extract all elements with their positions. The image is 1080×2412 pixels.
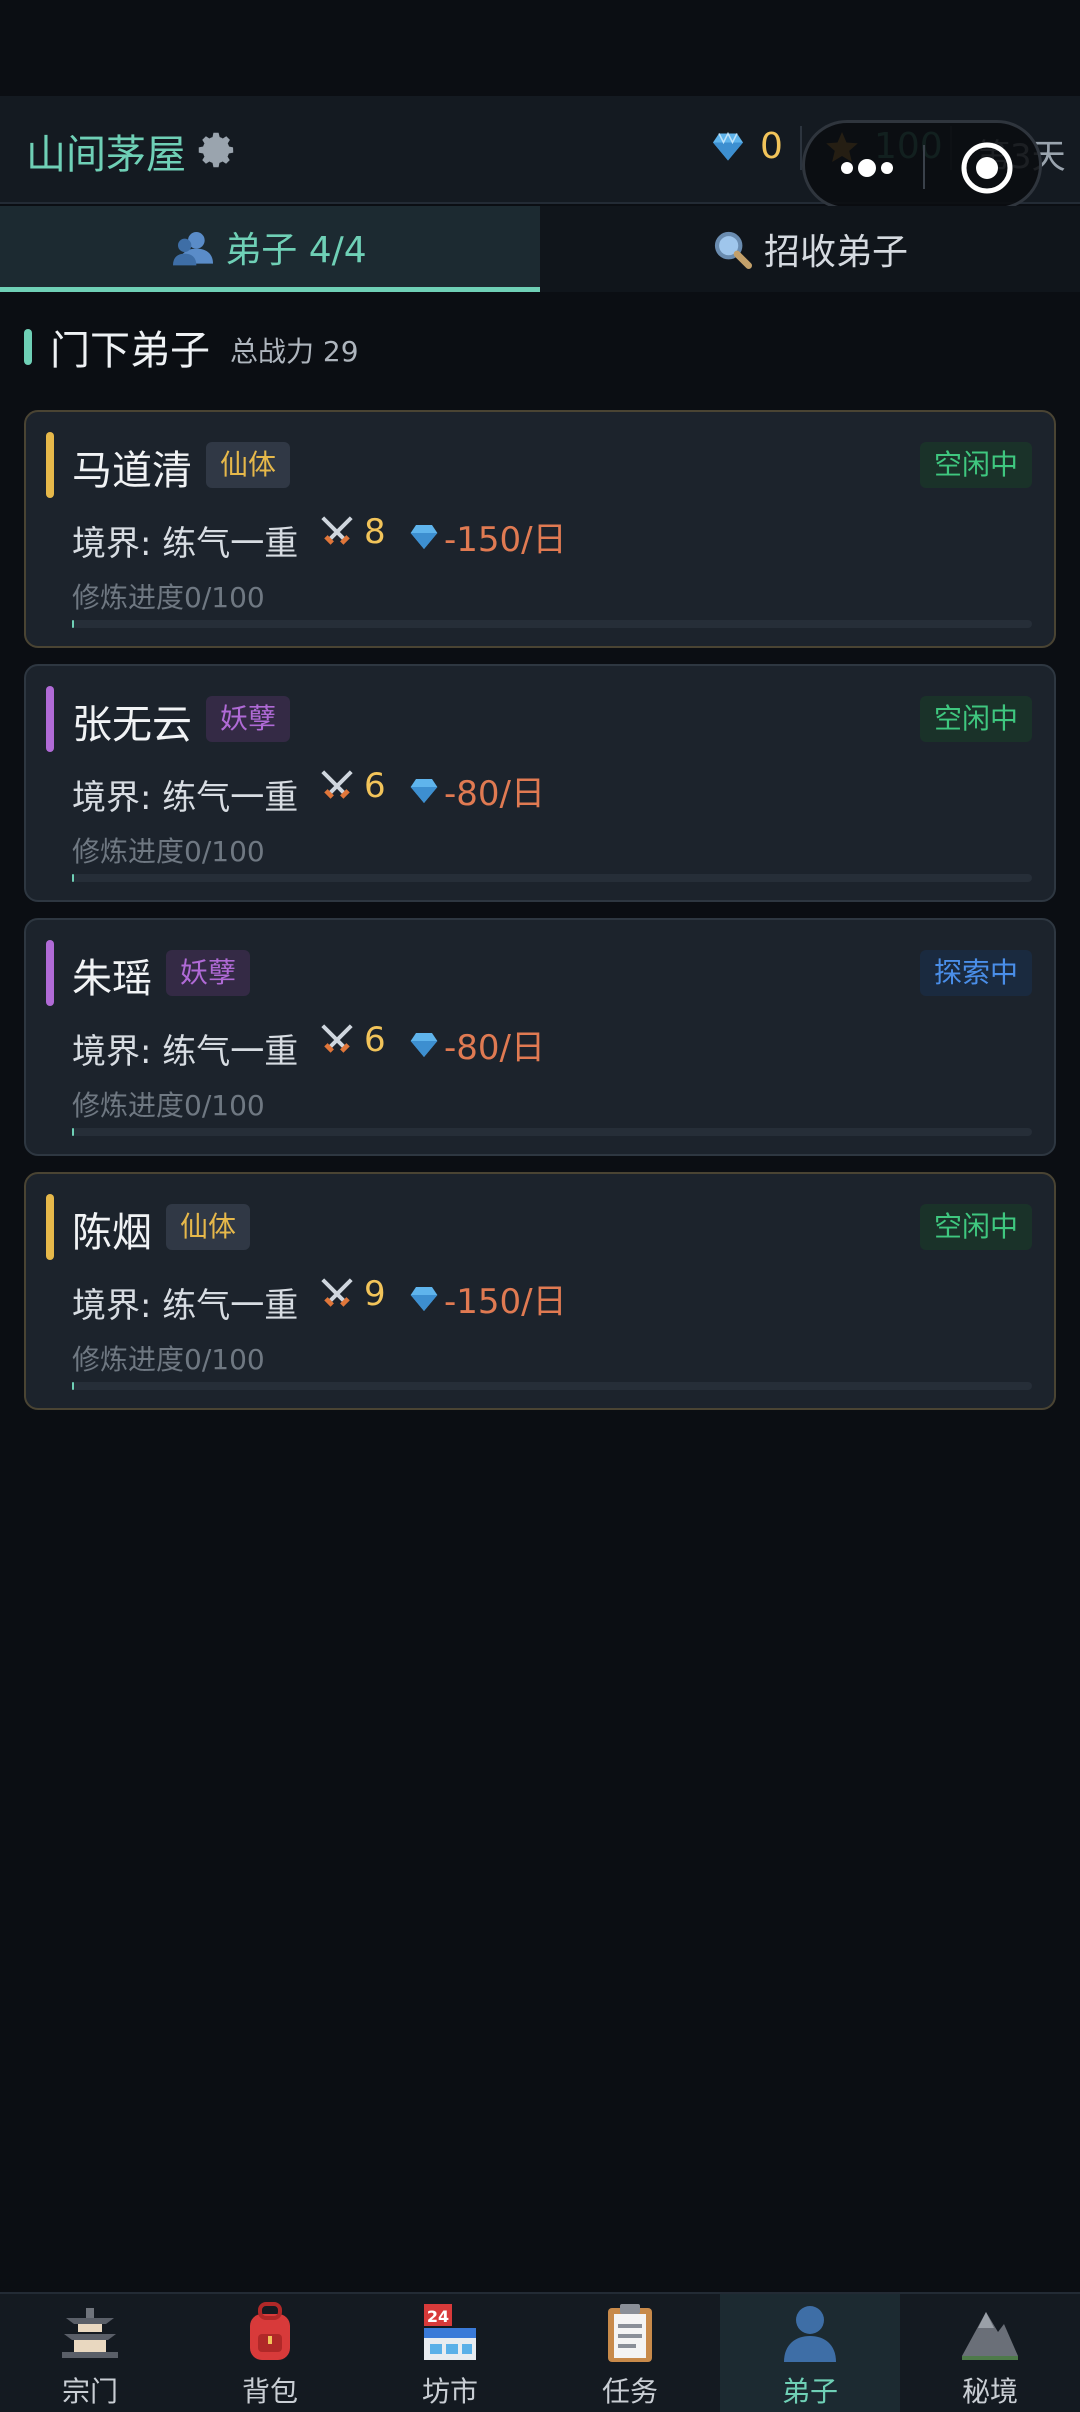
gem-count: 0 — [760, 126, 783, 167]
trait-badge: 仙体 — [206, 442, 291, 488]
nav-label: 秘境 — [961, 2375, 1018, 2408]
person-icon — [784, 2306, 836, 2362]
status-badge: 探索中 — [919, 950, 1032, 996]
nav-item-sect[interactable]: 宗门 — [0, 2294, 180, 2412]
realm-text: 境界: 练气一重 — [72, 778, 299, 818]
diamond-icon — [713, 131, 743, 160]
progress-bar — [72, 1128, 1032, 1136]
realm-text: 境界: 练气一重 — [72, 1032, 299, 1072]
nav-item-market[interactable]: 24 坊市 — [360, 2294, 540, 2412]
nav-label: 坊市 — [421, 2375, 478, 2408]
diamond-icon — [410, 1032, 438, 1057]
tab-recruit[interactable]: 招收弟子 — [540, 206, 1080, 292]
close-icon[interactable] — [960, 141, 1014, 195]
sect-name: 山间茅屋 — [26, 132, 186, 178]
nav-label: 背包 — [241, 2375, 298, 2408]
progress-label: 修炼进度0/100 — [72, 1343, 265, 1376]
mountain-icon — [962, 2312, 1018, 2360]
daily-cost: -80/日 — [408, 766, 545, 815]
section-accent-bar — [24, 329, 32, 365]
tab-label: 招收弟子 — [763, 232, 908, 273]
trait-badge: 妖孽 — [206, 696, 291, 742]
status-badge: 空闲中 — [919, 696, 1032, 742]
card-accent-bar — [46, 686, 54, 752]
gem-counter: 0 — [710, 126, 783, 167]
realm-text: 境界: 练气一重 — [72, 1286, 299, 1326]
nav-label: 弟子 — [781, 2375, 838, 2408]
disciple-card[interactable]: 马道清 仙体 空闲中 境界: 练气一重 8 -150/日 修炼进度0/100 — [24, 410, 1056, 648]
daily-cost: -80/日 — [408, 1020, 545, 1069]
disciple-card[interactable]: 陈烟 仙体 空闲中 境界: 练气一重 9 -150/日 修炼进度0/100 — [24, 1172, 1056, 1410]
clipboard-icon — [608, 2304, 652, 2362]
progress-fill — [72, 1382, 74, 1390]
diamond-icon — [410, 1286, 438, 1311]
capsule-divider — [923, 145, 925, 189]
section-header: 门下弟子 总战力 29 — [24, 318, 359, 376]
combat-power: 6 — [318, 1020, 386, 1060]
trait-badge: 妖孽 — [166, 950, 251, 996]
card-accent-bar — [46, 1194, 54, 1260]
realm-text: 境界: 练气一重 — [72, 524, 299, 564]
bottom-nav: 宗门 背包 24 坊市 任务 弟子 秘境 — [0, 2292, 1080, 2412]
disciple-name: 张无云 — [72, 702, 192, 748]
top-header: 山间茅屋 0 100 第3天 — [0, 96, 1080, 210]
status-bar — [0, 0, 1080, 96]
pagoda-icon — [62, 2308, 118, 2358]
crossed-swords-icon — [321, 1024, 353, 1053]
nav-item-secret-realm[interactable]: 秘境 — [900, 2294, 1080, 2412]
progress-label: 修炼进度0/100 — [72, 835, 265, 868]
progress-fill — [72, 1128, 74, 1136]
shop-icon: 24 — [424, 2304, 476, 2360]
tab-label: 弟子 4/4 — [225, 229, 367, 271]
disciple-card[interactable]: 朱瑶 妖孽 探索中 境界: 练气一重 6 -80/日 修炼进度0/100 — [24, 918, 1056, 1156]
disciple-card[interactable]: 张无云 妖孽 空闲中 境界: 练气一重 6 -80/日 修炼进度0/100 — [24, 664, 1056, 902]
nav-item-backpack[interactable]: 背包 — [180, 2294, 360, 2412]
progress-fill — [72, 620, 74, 628]
disciple-name: 马道清 — [72, 448, 192, 494]
card-accent-bar — [46, 432, 54, 498]
tab-bar: 弟子 4/4 招收弟子 — [0, 206, 1080, 292]
total-power: 总战力 29 — [230, 335, 359, 368]
crossed-swords-icon — [321, 516, 353, 545]
tab-disciples[interactable]: 弟子 4/4 — [0, 206, 540, 292]
nav-label: 任务 — [601, 2375, 658, 2408]
progress-label: 修炼进度0/100 — [72, 581, 265, 614]
progress-fill — [72, 874, 74, 882]
crossed-swords-icon — [321, 1278, 353, 1307]
daily-cost: -150/日 — [408, 1274, 567, 1323]
svg-text:24: 24 — [427, 2307, 449, 2326]
gear-icon[interactable] — [194, 128, 238, 172]
nav-item-tasks[interactable]: 任务 — [540, 2294, 720, 2412]
disciple-name: 陈烟 — [72, 1210, 152, 1256]
magnifier-icon — [714, 231, 752, 269]
combat-power: 9 — [318, 1274, 386, 1314]
miniprogram-capsule — [802, 120, 1042, 210]
disciples-icon — [173, 231, 214, 265]
daily-cost: -150/日 — [408, 512, 567, 561]
diamond-icon — [410, 778, 438, 803]
status-badge: 空闲中 — [919, 1204, 1032, 1250]
progress-bar — [72, 1382, 1032, 1390]
backpack-icon — [250, 2302, 290, 2360]
progress-bar — [72, 874, 1032, 882]
nav-item-disciples[interactable]: 弟子 — [720, 2294, 900, 2412]
nav-label: 宗门 — [61, 2375, 118, 2408]
card-accent-bar — [46, 940, 54, 1006]
trait-badge: 仙体 — [166, 1204, 251, 1250]
combat-power: 8 — [318, 512, 386, 552]
disciple-name: 朱瑶 — [72, 956, 152, 1002]
combat-power: 6 — [318, 766, 386, 806]
crossed-swords-icon — [321, 770, 353, 799]
progress-label: 修炼进度0/100 — [72, 1089, 265, 1122]
section-title: 门下弟子 — [50, 328, 210, 374]
diamond-icon — [410, 524, 438, 549]
status-badge: 空闲中 — [919, 442, 1032, 488]
progress-bar — [72, 620, 1032, 628]
more-icon[interactable] — [839, 153, 899, 183]
